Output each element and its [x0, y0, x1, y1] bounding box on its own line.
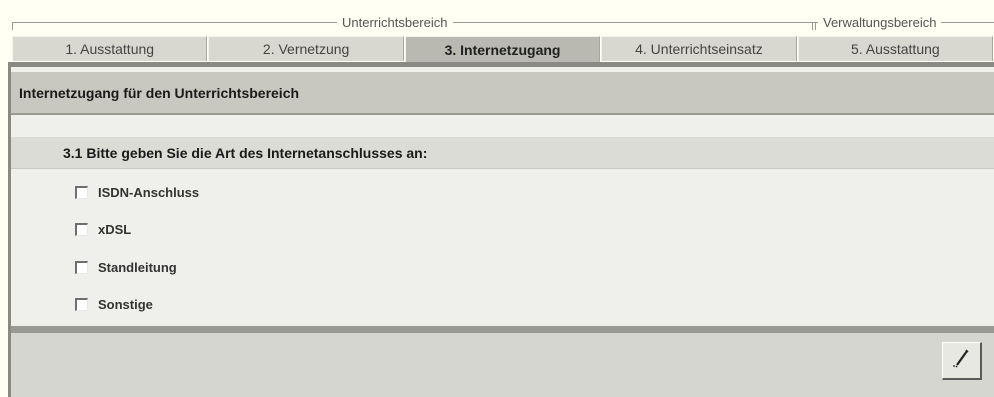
tab-vernetzung[interactable]: 2. Vernetzung [208, 36, 404, 61]
option-sonstige[interactable]: Sonstige [75, 295, 153, 313]
option-label: Sonstige [98, 296, 153, 312]
edit-button[interactable] [942, 342, 982, 380]
question-label: 3.1 Bitte geben Sie die Art des Internet… [11, 137, 994, 169]
panel-title: Internetzugang für den Unterrichtsbereic… [11, 72, 994, 115]
footer-bar [11, 333, 994, 397]
tab-bar: 1. Ausstattung 2. Vernetzung 3. Internet… [12, 36, 994, 62]
tab-internetzugang[interactable]: 3. Internetzugang [404, 36, 601, 62]
tab-ausstattung-verwaltung[interactable]: 5. Ausstattung [797, 36, 994, 61]
tab-ausstattung-unterricht[interactable]: 1. Ausstattung [12, 36, 208, 61]
option-label: ISDN-Anschluss [98, 184, 200, 200]
group-unterrichtsbereich: Unterrichtsbereich [12, 14, 816, 34]
group-label-unterrichtsbereich: Unterrichtsbereich [337, 14, 453, 31]
sonstige-checkbox[interactable] [75, 297, 88, 311]
option-xdsl[interactable]: xDSL [75, 220, 131, 238]
content-panel: Internetzugang für den Unterrichtsbereic… [8, 62, 994, 397]
group-verwaltungsbereich: Verwaltungsbereich [812, 14, 994, 34]
tab-unterrichtseinsatz[interactable]: 4. Unterrichtseinsatz [601, 36, 797, 61]
form-window: Unterrichtsbereich Verwaltungsbereich 1.… [0, 0, 994, 397]
pencil-icon [951, 347, 973, 374]
section-divider [11, 326, 994, 333]
option-standleitung[interactable]: Standleitung [75, 258, 177, 276]
xdsl-checkbox[interactable] [75, 222, 88, 236]
option-label: xDSL [98, 221, 132, 237]
option-label: Standleitung [98, 259, 177, 275]
isdn-checkbox[interactable] [75, 185, 88, 199]
group-label-verwaltungsbereich: Verwaltungsbereich [818, 14, 942, 31]
option-isdn[interactable]: ISDN-Anschluss [75, 183, 199, 201]
group-tick-left [812, 22, 813, 30]
group-tick-left [12, 22, 13, 30]
standleitung-checkbox[interactable] [75, 260, 88, 274]
